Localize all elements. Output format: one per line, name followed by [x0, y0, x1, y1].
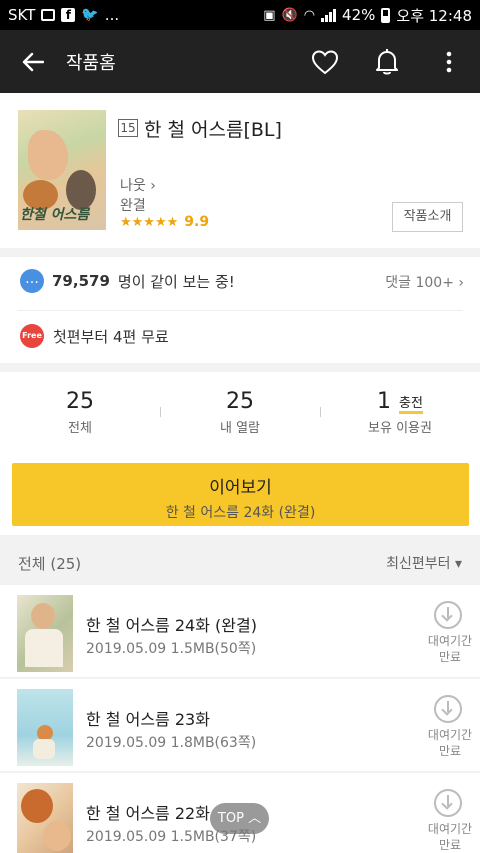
episode-list-header: 전체 (25) 최신편부터 ▾: [0, 543, 480, 583]
rental-status: 대여기간 만료: [427, 634, 473, 664]
continue-episode: 한 철 어스름 24화 (완결): [165, 505, 316, 521]
continue-section: 이어보기 한 철 어스름 24화 (완결): [0, 452, 480, 535]
intro-button[interactable]: 작품소개: [392, 202, 463, 232]
sort-dropdown[interactable]: 최신편부터 ▾: [386, 553, 462, 573]
rating-score: 9.9: [184, 214, 210, 230]
bell-icon: [376, 48, 398, 74]
author-name: 나웃: [120, 178, 146, 194]
notification-button[interactable]: [356, 30, 418, 93]
completion-status: 완결: [120, 198, 146, 214]
count-tickets: 1 충전 보유 이용권: [320, 389, 480, 436]
episode-thumbnail: [17, 783, 73, 853]
rental-status: 대여기간 만료: [427, 728, 473, 758]
back-arrow-icon: [22, 52, 44, 71]
download-icon[interactable]: [434, 789, 462, 817]
download-icon[interactable]: [434, 601, 462, 629]
rental-status: 대여기간 만료: [427, 822, 473, 852]
count-tickets-number: 1: [377, 388, 392, 414]
wifi-icon: ◠: [303, 7, 316, 23]
free-episodes-text: 첫편부터 4편 무료: [53, 327, 169, 346]
battery-saver-icon: ▣: [263, 7, 276, 23]
social-section: 79,579 명이 같이 보는 중! 댓글 100+ › Free 첫편부터 4…: [0, 257, 480, 363]
battery-icon: [381, 7, 391, 23]
facebook-icon: f: [61, 8, 76, 22]
carrier-label: SKT: [8, 6, 36, 24]
episode-title: 한 철 어스름 23화: [86, 710, 210, 729]
work-info-card: 한철 어스름 15 한 철 어스름[BL] 나웃 › 완결 ★★★★★ 9.9 …: [0, 93, 480, 248]
age-rating-badge: 15: [118, 119, 138, 137]
episode-meta: 2019.05.09 1.8MB(63쪽): [86, 735, 257, 751]
chat-bubble-icon: [20, 269, 44, 293]
favorite-button[interactable]: [294, 30, 356, 93]
more-vert-icon: [446, 51, 452, 72]
viewers-info: 79,579 명이 같이 보는 중!: [20, 269, 235, 293]
episode-thumbnail: [17, 689, 73, 766]
continue-label: 이어보기: [209, 478, 272, 498]
episode-total: 전체 (25): [18, 555, 82, 573]
episode-title: 한 철 어스름 22화: [86, 804, 210, 823]
count-total-number: 25: [66, 388, 94, 414]
more-notifications: ...: [104, 6, 120, 24]
heart-icon: [311, 49, 339, 74]
divider: [17, 310, 463, 311]
continue-reading-button[interactable]: 이어보기 한 철 어스름 24화 (완결): [12, 463, 469, 526]
count-read-number: 25: [226, 388, 254, 414]
episode-thumbnail: [17, 595, 73, 672]
episode-item[interactable]: 한 철 어스름 23화 2019.05.09 1.8MB(63쪽) 대여기간 만…: [0, 679, 480, 771]
free-episodes-info: Free 첫편부터 4편 무료: [20, 324, 169, 348]
back-button[interactable]: [0, 30, 66, 93]
episode-item[interactable]: 한 철 어스름 24화 (완결) 2019.05.09 1.5MB(50쪽) 대…: [0, 585, 480, 677]
count-tickets-label: 보유 이용권: [368, 420, 432, 436]
viewers-count: 79,579: [52, 272, 110, 290]
status-bar: SKT f 🐦 ... ▣ 🔇 ◠ 42% 오후 12:48: [0, 0, 480, 30]
episode-meta: 2019.05.09 1.5MB(50쪽): [86, 641, 257, 657]
scroll-top-button[interactable]: TOP ︿: [210, 803, 269, 834]
battery-percent: 42%: [342, 6, 376, 24]
download-icon[interactable]: [434, 695, 462, 723]
count-total: 25 전체: [0, 389, 160, 436]
gallery-icon: [41, 9, 56, 21]
mute-icon: 🔇: [281, 7, 298, 23]
count-total-label: 전체: [68, 420, 92, 436]
counts-bar: 25 전체 25 내 열람 1 충전 보유 이용권: [0, 372, 480, 452]
work-title: 한 철 어스름[BL]: [144, 119, 282, 141]
more-button[interactable]: [418, 30, 480, 93]
star-icons: ★★★★★: [120, 214, 179, 230]
free-badge-icon: Free: [20, 324, 44, 348]
count-read-label: 내 열람: [219, 420, 260, 436]
rating: ★★★★★ 9.9: [120, 214, 209, 230]
episode-title: 한 철 어스름 24화 (완결): [86, 616, 257, 635]
cover-image[interactable]: 한철 어스름: [18, 110, 106, 230]
clock: 오후 12:48: [396, 6, 472, 25]
comments-link[interactable]: 댓글 100+ ›: [385, 272, 464, 292]
app-bar: 작품홈: [0, 30, 480, 93]
charge-button[interactable]: 충전: [399, 396, 423, 414]
twitter-icon: 🐦: [81, 7, 99, 23]
page-title: 작품홈: [66, 52, 116, 74]
chevron-right-icon: ›: [150, 178, 156, 194]
author-link[interactable]: 나웃 ›: [120, 175, 156, 195]
signal-icon: [321, 8, 337, 22]
cover-title-text: 한철 어스름: [20, 207, 90, 223]
count-read: 25 내 열람: [160, 389, 320, 436]
viewers-text: 명이 같이 보는 중!: [117, 272, 235, 291]
